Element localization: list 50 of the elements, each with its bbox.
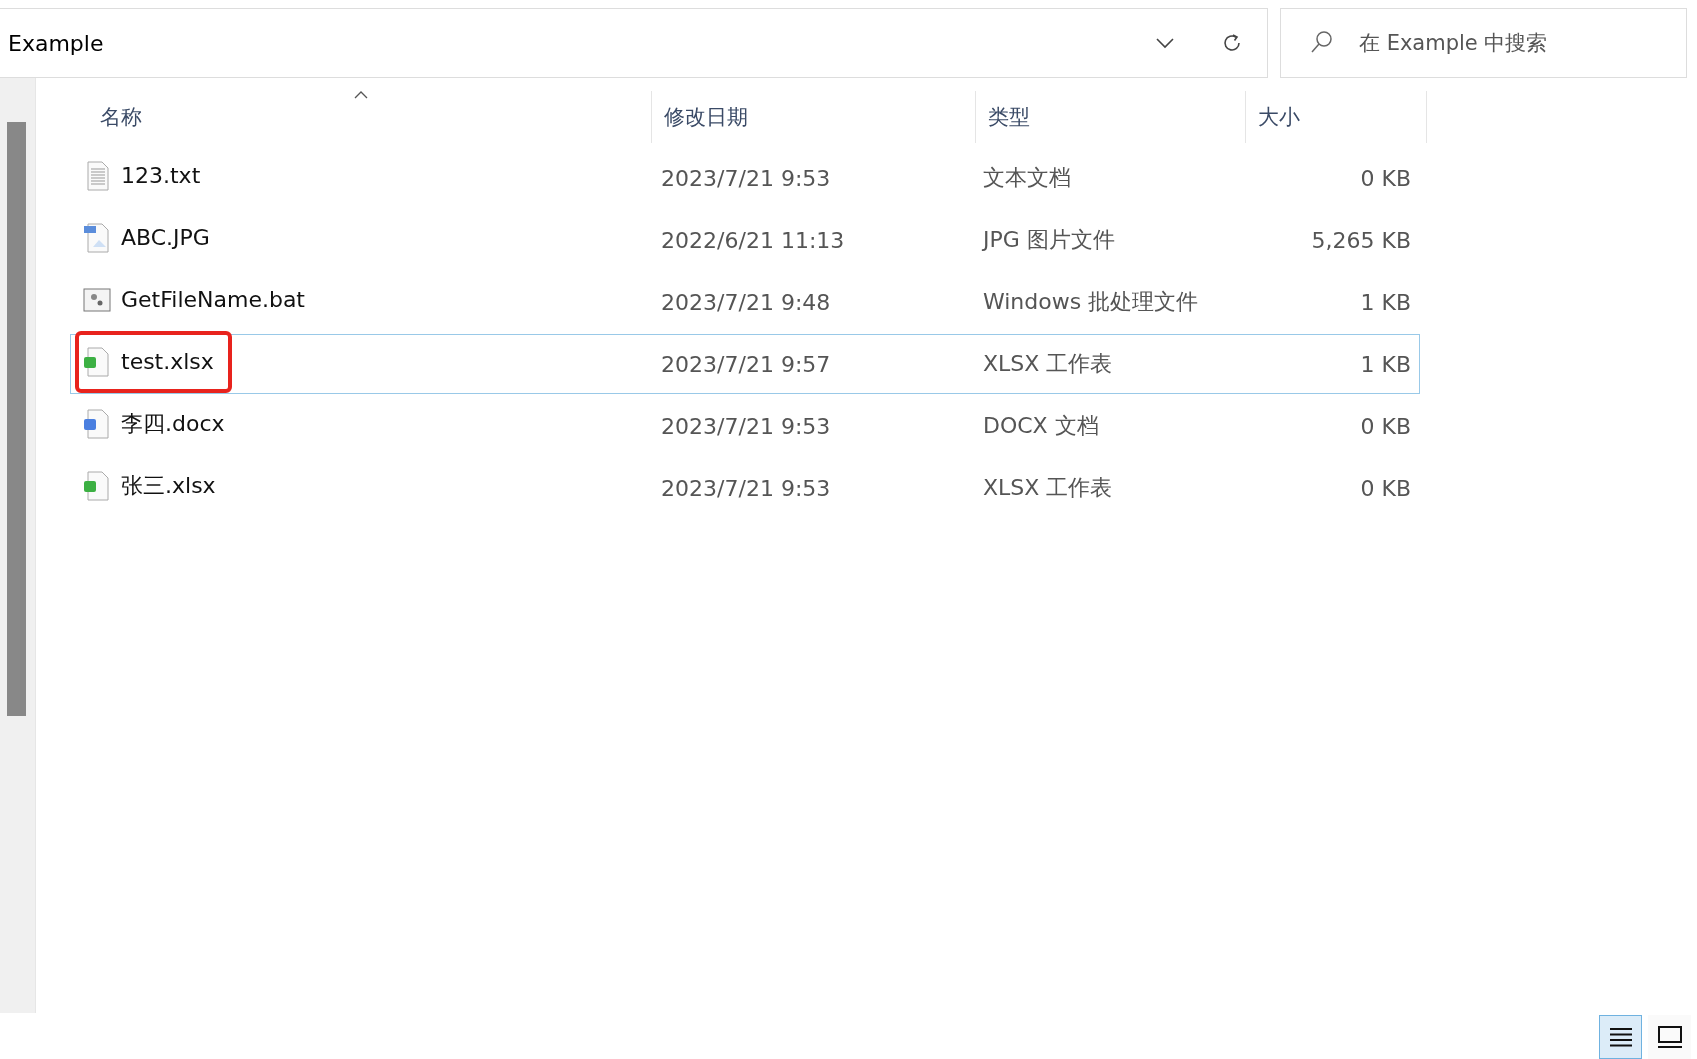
file-name: 张三.xlsx [121,471,216,500]
column-header[interactable]: 修改日期 [652,91,976,143]
modified-date: 2023/7/21 9:53 [660,475,832,501]
image-file-icon [83,222,111,253]
file-row[interactable]: 李四.docx 2023/7/21 9:53 DOCX 文档 0 KB [70,396,1420,456]
list-lines-icon [1607,1026,1634,1048]
file-name: ABC.JPG [121,225,210,250]
file-type: JPG 图片文件 [981,226,1116,254]
file-name: test.xlsx [121,349,214,374]
column-header[interactable]: 名称 [70,91,652,143]
file-type: XLSX 工作表 [981,474,1114,502]
file-size: 0 KB [1359,475,1412,501]
file-row[interactable]: ABC.JPG 2022/6/21 11:13 JPG 图片文件 5,265 KB [70,210,1420,270]
file-row[interactable]: test.xlsx 2023/7/21 9:57 XLSX 工作表 1 KB [70,334,1420,394]
monitor-icon [1656,1025,1683,1049]
modified-date: 2023/7/21 9:48 [660,289,832,315]
sort-caret-icon [353,91,368,99]
tiles-view-button[interactable] [1648,1015,1691,1059]
modified-date: 2023/7/21 9:53 [660,413,832,439]
modified-date: 2022/6/21 11:13 [660,227,846,253]
search-field[interactable]: 在 Example 中搜索 [1280,8,1687,78]
address-path: Example [8,30,105,56]
modified-date: 2023/7/21 9:57 [660,351,832,377]
search-icon [1310,30,1334,54]
file-size: 1 KB [1359,289,1412,315]
file-type: Windows 批处理文件 [981,288,1200,316]
file-row[interactable]: 张三.xlsx 2023/7/21 9:53 XLSX 工作表 0 KB [70,458,1420,518]
column-header[interactable]: 类型 [976,91,1246,143]
file-type: 文本文档 [981,164,1072,192]
modified-date: 2023/7/21 9:53 [660,165,832,191]
file-size: 0 KB [1359,165,1412,191]
file-name: 123.txt [121,163,201,188]
file-name: GetFileName.bat [121,287,305,312]
column-header[interactable]: 大小 [1246,91,1427,143]
file-size: 1 KB [1359,351,1412,377]
details-view-button[interactable] [1599,1015,1642,1059]
document-file-icon [83,408,111,439]
file-name: 李四.docx [121,409,225,438]
refresh-icon[interactable] [1221,32,1243,54]
chevron-down-icon[interactable] [1155,37,1175,49]
file-type: DOCX 文档 [981,412,1100,440]
file-size: 5,265 KB [1310,227,1412,253]
address-bar[interactable]: Example [0,8,1268,78]
spreadsheet-file-icon [83,346,111,377]
file-row[interactable]: 123.txt 2023/7/21 9:53 文本文档 0 KB [70,148,1420,208]
spreadsheet-file-icon [83,470,111,501]
scrollbar-thumb[interactable] [7,122,26,716]
file-size: 0 KB [1359,413,1412,439]
file-type: XLSX 工作表 [981,350,1114,378]
file-row[interactable]: GetFileName.bat 2023/7/21 9:48 Windows 批处理文件 1 KB [70,272,1420,332]
